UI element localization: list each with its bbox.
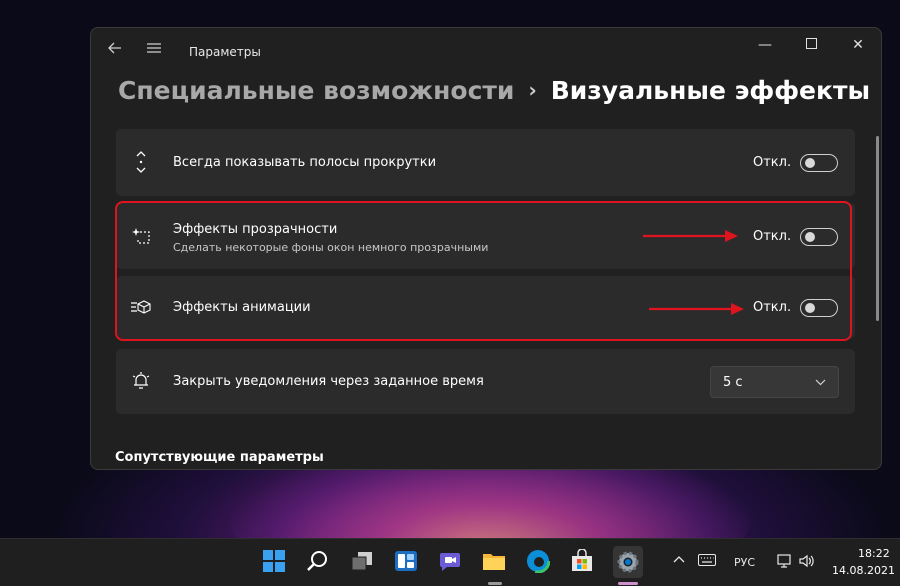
chevron-down-icon	[815, 373, 826, 394]
toggle-state-label: Откл.	[753, 300, 792, 315]
setting-card-transparency: Эффекты прозрачности Сделать некоторые ф…	[116, 203, 855, 269]
breadcrumb-parent-link[interactable]: Специальные возможности	[118, 76, 514, 105]
edge-icon[interactable]	[525, 548, 552, 575]
taskbar: РУС 18:22 14.08.2021	[0, 538, 900, 586]
setting-subtitle: Сделать некоторые фоны окон немного проз…	[173, 241, 489, 254]
breadcrumb: Специальные возможности › Визуальные эффек…	[118, 76, 870, 112]
scrollbars-toggle[interactable]	[800, 154, 838, 172]
notification-timeout-dropdown[interactable]: 5 с	[710, 366, 839, 398]
chevron-up-icon[interactable]	[673, 553, 685, 569]
minimize-button[interactable]: —	[750, 34, 780, 56]
start-icon[interactable]	[262, 549, 288, 575]
settings-icon[interactable]	[613, 546, 643, 578]
dropdown-selected-value: 5 с	[723, 375, 743, 390]
toggle-knob	[805, 232, 815, 242]
setting-card-animation: Эффекты анимации Откл.	[116, 276, 855, 339]
toggle-state-label: Откл.	[753, 155, 792, 170]
chevron-right-icon: ›	[528, 78, 537, 102]
toggle-state-label: Откл.	[753, 229, 792, 244]
setting-title: Эффекты анимации	[173, 300, 311, 315]
related-settings-heading: Сопутствующие параметры	[115, 450, 324, 465]
clock-time[interactable]: 18:22	[858, 547, 890, 560]
notification-timer-icon	[130, 370, 152, 392]
app-title: Параметры	[189, 45, 261, 59]
hamburger-menu-icon[interactable]	[144, 40, 164, 60]
search-icon[interactable]	[306, 549, 332, 575]
page-title: Визуальные эффекты	[550, 76, 871, 105]
transparency-sparkle-icon	[130, 225, 152, 247]
store-icon[interactable]	[570, 548, 596, 575]
volume-icon[interactable]	[798, 553, 816, 572]
scrollbar[interactable]	[876, 136, 879, 321]
teams-chat-icon[interactable]	[438, 549, 464, 575]
keyboard-icon[interactable]	[698, 554, 716, 569]
toggle-knob	[805, 158, 815, 168]
maximize-button[interactable]	[796, 34, 826, 56]
back-arrow-icon[interactable]	[105, 40, 125, 60]
clock-date[interactable]: 14.08.2021	[832, 564, 895, 577]
app-active-indicator	[618, 582, 638, 585]
toggle-knob	[805, 303, 815, 313]
setting-title: Эффекты прозрачности	[173, 222, 338, 237]
title-bar: Параметры — ✕	[91, 28, 881, 74]
setting-title: Закрыть уведомления через заданное время	[173, 374, 484, 389]
task-view-icon[interactable]	[350, 549, 376, 575]
settings-window: Параметры — ✕ Специальные возможности › Ви…	[90, 27, 882, 470]
setting-title: Всегда показывать полосы прокрутки	[173, 155, 437, 170]
animation-effects-icon	[130, 296, 152, 318]
network-icon[interactable]	[776, 553, 792, 572]
setting-card-scrollbars: Всегда показывать полосы прокрутки Откл.	[116, 129, 855, 196]
close-button[interactable]: ✕	[843, 34, 873, 56]
transparency-toggle[interactable]	[800, 228, 838, 246]
app-running-indicator	[488, 582, 502, 585]
animation-toggle[interactable]	[800, 299, 838, 317]
file-explorer-icon[interactable]	[482, 549, 508, 575]
scroll-arrows-icon	[130, 151, 152, 173]
language-indicator[interactable]: РУС	[734, 556, 755, 569]
widgets-icon[interactable]	[394, 549, 420, 575]
